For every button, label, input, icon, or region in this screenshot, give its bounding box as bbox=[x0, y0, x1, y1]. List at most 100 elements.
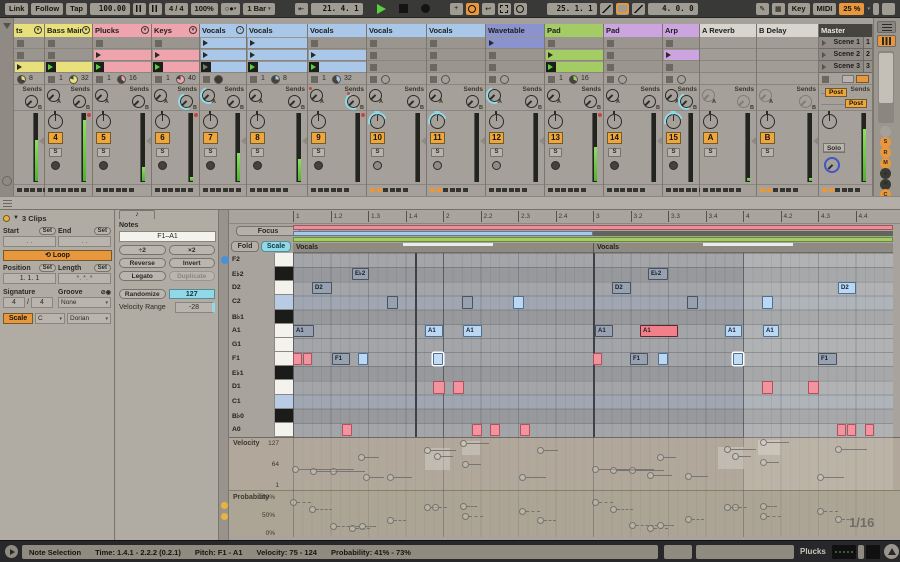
clip-stop-icon[interactable] bbox=[430, 40, 437, 47]
signature-numerator[interactable]: 4 bbox=[3, 297, 25, 308]
signature-denominator[interactable]: 4 bbox=[31, 297, 53, 308]
pan-knob[interactable] bbox=[96, 114, 111, 129]
probability-marker[interactable] bbox=[424, 504, 431, 511]
midi-note[interactable] bbox=[687, 296, 698, 308]
midi-note[interactable] bbox=[847, 424, 856, 436]
clip-slot[interactable] bbox=[93, 49, 151, 61]
midi-note[interactable] bbox=[342, 424, 352, 436]
track-header-ts[interactable]: ts▾ bbox=[14, 24, 44, 37]
pan-knob[interactable] bbox=[155, 114, 170, 129]
scene-slot[interactable]: Scene 33 bbox=[819, 61, 872, 73]
nudge-up-button[interactable] bbox=[149, 3, 162, 15]
midi-map-button[interactable]: MIDI bbox=[813, 3, 837, 15]
probability-marker[interactable] bbox=[817, 508, 824, 515]
track-stop-icon[interactable] bbox=[430, 76, 437, 83]
groove-selector[interactable]: None▾ bbox=[58, 297, 111, 308]
send-b-knob[interactable] bbox=[227, 95, 240, 108]
midi-note[interactable] bbox=[462, 296, 473, 308]
track-volume-number[interactable]: 5 bbox=[96, 132, 111, 144]
velocity-marker[interactable] bbox=[460, 440, 467, 447]
velocity-marker[interactable] bbox=[685, 473, 692, 480]
clip-stop-icon[interactable] bbox=[548, 40, 555, 47]
track-header-vocals[interactable]: Vocals◔ bbox=[200, 24, 246, 37]
solo-button[interactable]: Solo bbox=[823, 143, 845, 153]
probability-marker[interactable] bbox=[610, 506, 617, 513]
velocity-grid[interactable] bbox=[293, 437, 893, 490]
clip[interactable] bbox=[153, 50, 199, 60]
velocity-marker[interactable] bbox=[434, 453, 441, 460]
velocity-marker[interactable] bbox=[330, 468, 337, 475]
track-stop-icon[interactable] bbox=[96, 76, 103, 83]
clip-launch-button[interactable] bbox=[201, 50, 211, 60]
send-b-knob[interactable] bbox=[132, 95, 145, 108]
show-browser-icon[interactable] bbox=[3, 23, 11, 29]
clip-color-dot[interactable] bbox=[3, 215, 10, 222]
clip-stop-icon[interactable] bbox=[370, 52, 377, 59]
length-value[interactable]: *. *. * bbox=[58, 273, 111, 284]
nudge-down-button[interactable] bbox=[133, 3, 146, 15]
punch-out-button[interactable] bbox=[632, 3, 645, 15]
clip-stop-icon[interactable] bbox=[17, 52, 24, 59]
arm-record-button[interactable] bbox=[433, 161, 442, 170]
solo-button[interactable]: S bbox=[761, 148, 774, 157]
piano-key[interactable] bbox=[275, 281, 293, 295]
clip-launch-button[interactable] bbox=[309, 50, 319, 60]
clip-slot[interactable] bbox=[152, 37, 199, 49]
solo-button[interactable]: S bbox=[608, 148, 621, 157]
re-enable-automation-button[interactable]: ↩ bbox=[482, 3, 495, 15]
track-stop-icon[interactable] bbox=[607, 76, 614, 83]
computer-midi-keyboard-button[interactable]: ▦ bbox=[772, 3, 785, 15]
clip-slot[interactable] bbox=[308, 49, 366, 61]
clip-launch-button[interactable] bbox=[94, 50, 104, 60]
clip-slot[interactable] bbox=[45, 37, 92, 49]
probability-marker[interactable] bbox=[685, 516, 692, 523]
clip[interactable] bbox=[201, 50, 246, 60]
probability-marker[interactable] bbox=[835, 516, 842, 523]
start-value[interactable]: . . bbox=[3, 236, 56, 247]
track-stop-icon[interactable] bbox=[48, 76, 55, 83]
arm-record-button[interactable] bbox=[669, 161, 678, 170]
arm-record-button[interactable] bbox=[373, 161, 382, 170]
piano-key[interactable] bbox=[275, 338, 293, 352]
clip-slot[interactable] bbox=[545, 61, 603, 73]
send-b-knob[interactable] bbox=[466, 95, 479, 108]
clip-launch-button[interactable] bbox=[487, 38, 497, 48]
track-volume-number[interactable]: 10 bbox=[370, 132, 385, 144]
clip[interactable] bbox=[94, 62, 151, 72]
clip-slot[interactable] bbox=[545, 37, 603, 49]
clip[interactable] bbox=[487, 38, 544, 48]
clip-slot[interactable] bbox=[663, 61, 699, 73]
piano-key[interactable] bbox=[275, 409, 293, 423]
pan-knob[interactable] bbox=[250, 114, 265, 129]
pan-knob[interactable] bbox=[607, 114, 622, 129]
probability-marker[interactable] bbox=[359, 523, 366, 530]
track-volume-number[interactable]: 12 bbox=[489, 132, 504, 144]
length-set-button[interactable]: Set bbox=[94, 264, 111, 272]
velocity-marker[interactable] bbox=[358, 454, 365, 461]
stop-all-clips-icon[interactable] bbox=[822, 76, 829, 83]
track-stop-icon[interactable] bbox=[155, 76, 162, 83]
end-set-button[interactable]: Set bbox=[94, 227, 111, 235]
solo-button[interactable]: S bbox=[97, 148, 110, 157]
clip-launch-button[interactable] bbox=[248, 62, 258, 72]
clip-slot[interactable] bbox=[247, 37, 307, 49]
halve-time-button[interactable]: ÷2 bbox=[119, 245, 166, 255]
piano-key[interactable] bbox=[275, 295, 293, 309]
loop-button[interactable] bbox=[616, 3, 629, 15]
solo-button[interactable]: S bbox=[156, 148, 169, 157]
pan-knob[interactable] bbox=[203, 114, 218, 129]
velocity-marker[interactable] bbox=[817, 474, 824, 481]
clip-launch-button[interactable] bbox=[309, 62, 319, 72]
clip-slot[interactable] bbox=[663, 49, 699, 61]
midi-note[interactable]: E♭2 bbox=[352, 268, 369, 280]
track-volume-number[interactable]: 13 bbox=[548, 132, 563, 144]
stop-button[interactable] bbox=[399, 4, 408, 13]
note-grid[interactable]: E♭2E♭2D2D2D2A1A1A1A1A1A1A1F1F1F1 bbox=[293, 253, 893, 437]
send-b-knob[interactable] bbox=[584, 95, 597, 108]
probability-marker[interactable] bbox=[657, 522, 664, 529]
piano-key[interactable] bbox=[275, 253, 293, 267]
midi-note[interactable]: A1 bbox=[640, 325, 678, 337]
velocity-marker[interactable] bbox=[519, 474, 526, 481]
velocity-marker[interactable] bbox=[363, 474, 370, 481]
clip-slot[interactable] bbox=[757, 49, 818, 61]
